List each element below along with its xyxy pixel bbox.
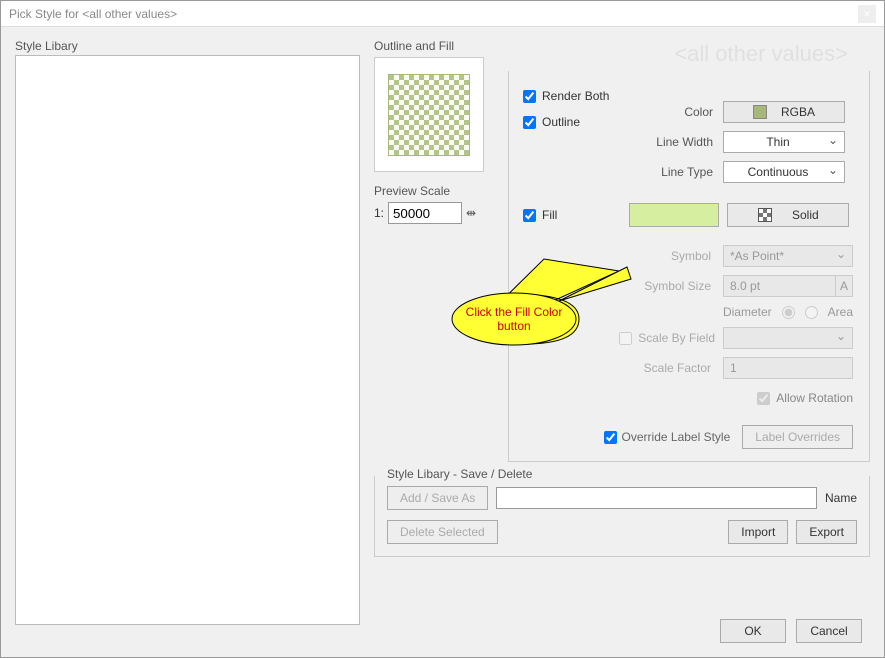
fill-row: Fill Solid (523, 203, 853, 227)
area-radio (805, 306, 818, 319)
allow-rotation-label: Allow Rotation (776, 391, 853, 405)
scale-input[interactable] (388, 202, 462, 224)
line-width-select[interactable]: Thin (723, 131, 845, 153)
style-name-input[interactable] (496, 487, 817, 509)
fill-pattern-button[interactable]: Solid (727, 203, 849, 227)
area-label: Area (828, 305, 853, 319)
window-title: Pick Style for <all other values> (9, 1, 177, 27)
preview-column: Outline and Fill (374, 39, 502, 462)
import-button[interactable]: Import (728, 520, 788, 544)
color-label: Color (643, 105, 723, 119)
library-label: Style Libary (15, 39, 360, 53)
dialog-window: Pick Style for <all other values> × Styl… (0, 0, 885, 658)
scale-by-field-checkbox (619, 332, 632, 345)
outline-color-button[interactable]: RGBA (723, 101, 845, 123)
line-type-select[interactable]: Continuous (723, 161, 845, 183)
symbol-size-input: 8.0 pt (723, 275, 836, 297)
library-listbox[interactable] (15, 55, 360, 625)
override-row: Override Label Style Label Overrides (523, 425, 853, 449)
preview-box (374, 57, 484, 172)
content-area: Style Libary <all other values> Outline … (1, 27, 884, 637)
outline-fill-label: Outline and Fill (374, 39, 502, 53)
right-column: <all other values> Outline and Fill (360, 39, 870, 625)
diameter-label: Diameter (723, 305, 772, 319)
top-row: Outline and Fill (374, 39, 870, 462)
allow-rotation-checkbox (757, 392, 770, 405)
library-column: Style Libary (15, 39, 360, 625)
scale-by-field-select (723, 327, 853, 349)
scale-factor-input: 1 (723, 357, 853, 379)
symbol-size-label: Symbol Size (523, 279, 715, 293)
symbol-select: *As Point* (723, 245, 853, 267)
line-type-label: Line Type (643, 165, 723, 179)
symbol-section: Symbol *As Point* Symbol Size 8.0 pt A D… (523, 245, 853, 405)
watermark-text: <all other values> (674, 41, 848, 67)
diameter-area-row: Diameter Area (523, 305, 853, 319)
save-panel: Style Libary - Save / Delete Add / Save … (374, 476, 870, 557)
scale-by-field-label: Scale By Field (638, 331, 715, 345)
render-both-checkbox[interactable] (523, 90, 536, 103)
symbol-label: Symbol (523, 249, 715, 263)
fill-label: Fill (542, 208, 557, 222)
preview-scale-label: Preview Scale (374, 184, 502, 198)
outline-color-swatch-icon (753, 105, 767, 119)
checker-preview-icon (388, 74, 470, 156)
cancel-button[interactable]: Cancel (796, 619, 862, 643)
titlebar: Pick Style for <all other values> × (1, 1, 884, 27)
diameter-radio (782, 306, 795, 319)
style-panel: Render Both Outline Color RGBA (508, 71, 870, 462)
preview-scale-section: Preview Scale 1: ⇹ (374, 184, 502, 224)
pattern-swatch-icon (758, 208, 772, 222)
fill-checkbox[interactable] (523, 209, 536, 222)
delete-selected-button[interactable]: Delete Selected (387, 520, 498, 544)
scale-lock-icon[interactable]: ⇹ (466, 206, 476, 220)
scale-prefix: 1: (374, 206, 384, 220)
close-icon[interactable]: × (858, 5, 876, 23)
outline-form: Color RGBA Line Width Thin (523, 101, 853, 183)
line-type-value: Continuous (748, 165, 809, 179)
outline-color-text: RGBA (781, 105, 815, 119)
outline-label: Outline (542, 115, 580, 129)
render-both-label: Render Both (542, 89, 609, 103)
label-overrides-button[interactable]: Label Overrides (742, 425, 853, 449)
fill-pattern-text: Solid (792, 208, 819, 222)
override-label-style-text: Override Label Style (622, 430, 731, 444)
scale-factor-label: Scale Factor (523, 361, 715, 375)
name-label: Name (825, 491, 857, 505)
add-save-as-button[interactable]: Add / Save As (387, 486, 488, 510)
export-button[interactable]: Export (796, 520, 857, 544)
fill-color-button[interactable] (629, 203, 719, 227)
save-panel-legend: Style Libary - Save / Delete (383, 467, 536, 481)
ok-button[interactable]: OK (720, 619, 786, 643)
symbol-size-suffix: A (835, 275, 853, 297)
line-width-value: Thin (766, 135, 789, 149)
line-width-label: Line Width (643, 135, 723, 149)
override-label-style-checkbox[interactable] (604, 431, 617, 444)
dialog-buttons: OK Cancel (720, 619, 862, 643)
outline-checkbox[interactable] (523, 116, 536, 129)
